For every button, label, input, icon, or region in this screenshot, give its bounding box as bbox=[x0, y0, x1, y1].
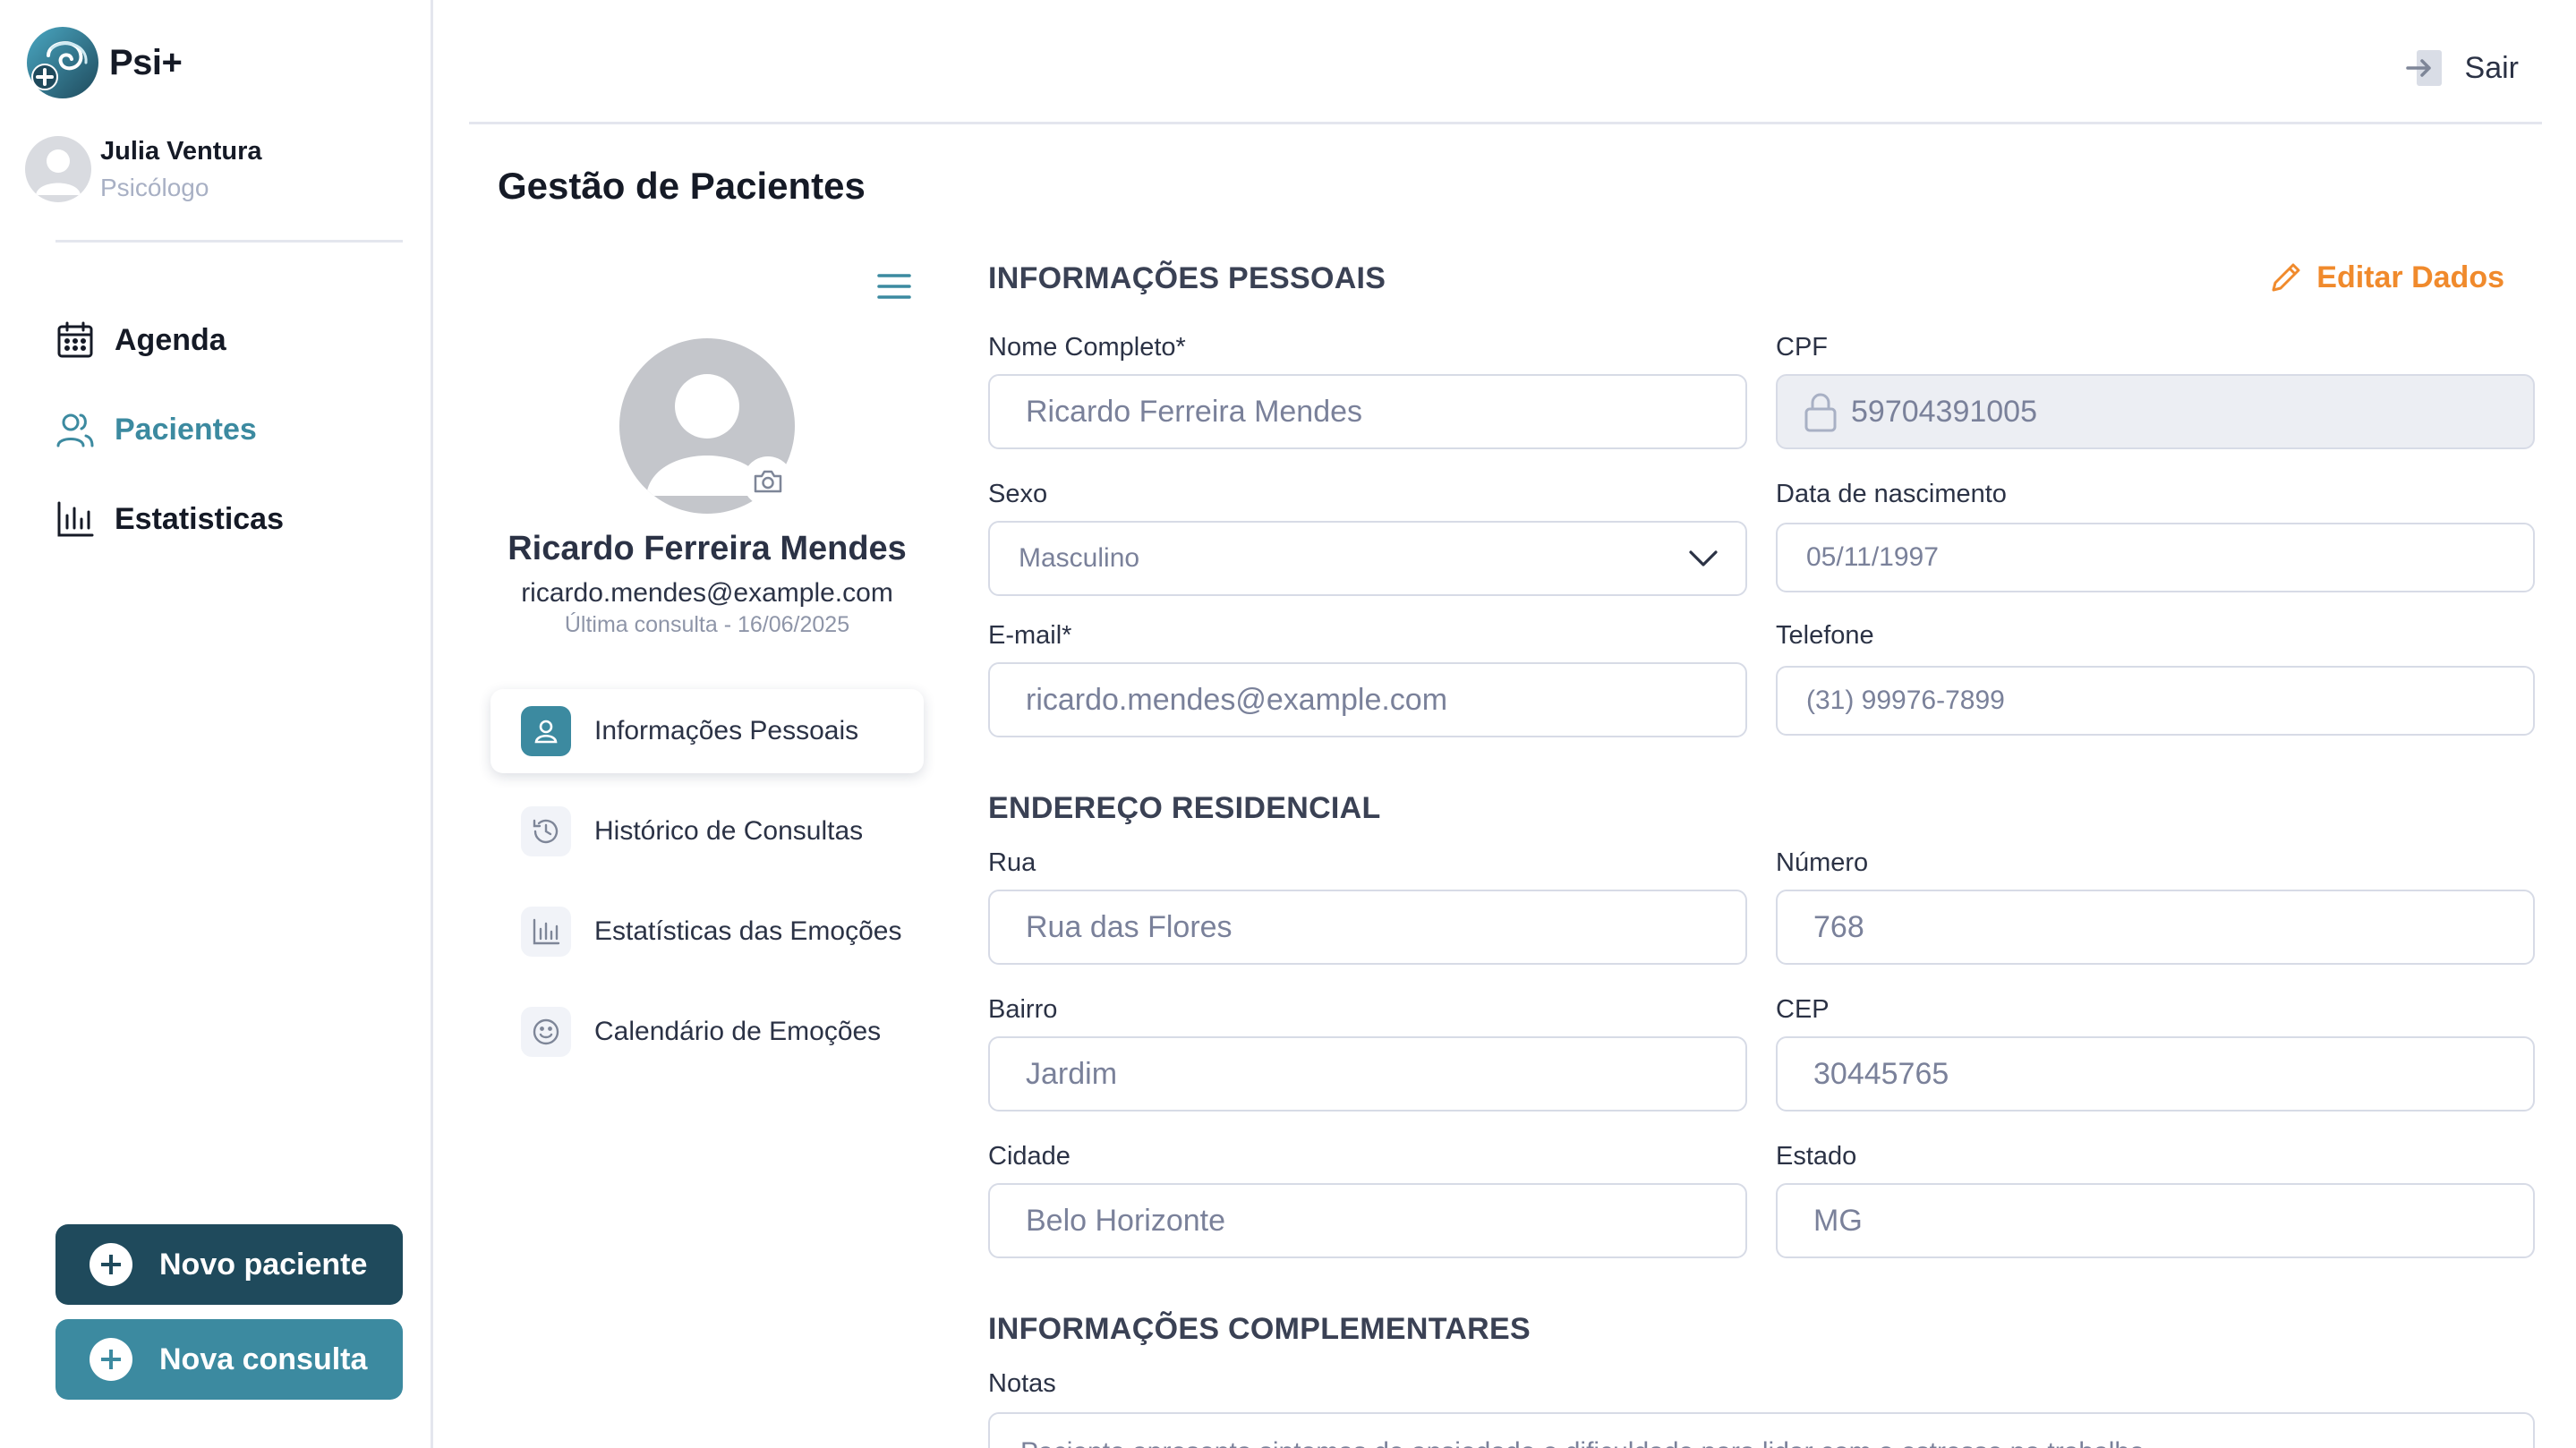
sexo-value: Masculino bbox=[1019, 543, 1140, 573]
edit-data-label: Editar Dados bbox=[2316, 260, 2504, 294]
bairro-value: Jardim bbox=[1026, 1056, 1118, 1091]
users-icon bbox=[56, 413, 94, 447]
telefone-value: (31) 99976-7899 bbox=[1806, 686, 2005, 715]
pencil-icon bbox=[2272, 263, 2300, 292]
sidebar-item-label: Pacientes bbox=[115, 412, 257, 447]
user-profile[interactable]: Julia Ventura Psicólogo bbox=[25, 136, 262, 202]
rua-value: Rua das Flores bbox=[1026, 909, 1233, 944]
nova-consulta-button[interactable]: Nova consulta bbox=[55, 1319, 403, 1400]
sexo-label: Sexo bbox=[988, 480, 1048, 508]
cidade-label: Cidade bbox=[988, 1142, 1070, 1171]
estado-value: MG bbox=[1813, 1203, 1863, 1238]
sidebar-divider bbox=[55, 240, 403, 243]
change-photo-button[interactable] bbox=[745, 458, 791, 505]
patient-menu: Informações Pessoais Histórico de Consul… bbox=[490, 689, 924, 1090]
user-avatar bbox=[25, 136, 91, 202]
lock-icon bbox=[1804, 393, 1837, 432]
plus-icon bbox=[90, 1243, 132, 1286]
tab-label: Informações Pessoais bbox=[594, 716, 859, 745]
nascimento-field[interactable]: 05/11/1997 bbox=[1776, 523, 2535, 592]
avatar-placeholder-icon bbox=[36, 149, 81, 195]
camera-icon bbox=[754, 470, 782, 493]
sidebar-item-label: Agenda bbox=[115, 322, 226, 357]
estado-field[interactable]: MG bbox=[1776, 1183, 2535, 1258]
nova-consulta-label: Nova consulta bbox=[159, 1342, 368, 1376]
section-title-personal: INFORMAÇÕES PESSOAIS bbox=[988, 261, 1386, 295]
bairro-label: Bairro bbox=[988, 995, 1058, 1024]
cidade-field[interactable]: Belo Horizonte bbox=[988, 1183, 1747, 1258]
plus-icon bbox=[90, 1338, 132, 1381]
bar-chart-icon bbox=[521, 907, 571, 957]
cpf-field: 59704391005 bbox=[1776, 374, 2535, 449]
patient-last-consult: Última consulta - 16/06/2025 bbox=[564, 612, 850, 637]
logout-button[interactable]: Sair bbox=[2404, 47, 2519, 89]
tab-estatisticas-emocoes[interactable]: Estatísticas das Emoções bbox=[490, 890, 924, 974]
tab-label: Histórico de Consultas bbox=[594, 816, 864, 846]
email-field[interactable]: ricardo.mendes@example.com bbox=[988, 662, 1747, 737]
tab-historico-consultas[interactable]: Histórico de Consultas bbox=[490, 789, 924, 873]
user-role: Psicólogo bbox=[100, 173, 209, 201]
notas-label: Notas bbox=[988, 1369, 1056, 1398]
app-name: Psi+ bbox=[109, 42, 183, 82]
nome-label: Nome Completo* bbox=[988, 333, 1186, 362]
telefone-field[interactable]: (31) 99976-7899 bbox=[1776, 666, 2535, 736]
tab-calendario-emocoes[interactable]: Calendário de Emoções bbox=[490, 990, 924, 1074]
email-label: E-mail* bbox=[988, 621, 1072, 650]
bairro-field[interactable]: Jardim bbox=[988, 1036, 1747, 1112]
header-divider bbox=[469, 122, 2542, 124]
chevron-down-icon bbox=[1689, 550, 1718, 566]
user-name: Julia Ventura bbox=[100, 136, 262, 166]
cpf-label: CPF bbox=[1776, 333, 1828, 362]
logout-label: Sair bbox=[2464, 50, 2519, 85]
cpf-value: 59704391005 bbox=[1851, 394, 2038, 429]
email-value: ricardo.mendes@example.com bbox=[1026, 682, 1448, 717]
sidebar-item-agenda[interactable]: Agenda bbox=[55, 295, 284, 385]
nascimento-value: 05/11/1997 bbox=[1806, 542, 1939, 572]
sidebar-item-pacientes[interactable]: Pacientes bbox=[55, 385, 284, 474]
nome-value: Ricardo Ferreira Mendes bbox=[1026, 394, 1363, 429]
smile-icon bbox=[521, 1007, 571, 1057]
section-title-address: ENDEREÇO RESIDENCIAL bbox=[988, 791, 1381, 825]
sidebar-nav: Agenda Pacientes Estatisticas bbox=[55, 295, 284, 564]
rua-label: Rua bbox=[988, 848, 1036, 877]
edit-data-button[interactable]: Editar Dados bbox=[2268, 260, 2504, 295]
logo-swirl-icon bbox=[27, 27, 98, 98]
notas-textarea[interactable]: Paciente apresenta sintomas de ansiedade… bbox=[988, 1412, 2535, 1448]
numero-value: 768 bbox=[1813, 909, 1864, 944]
tab-informacoes-pessoais[interactable]: Informações Pessoais bbox=[490, 689, 924, 773]
estado-label: Estado bbox=[1776, 1142, 1857, 1171]
sidebar: Psi+ Julia Ventura Psicólogo Agenda Paci… bbox=[0, 0, 433, 1448]
calendar-icon bbox=[57, 321, 93, 358]
logout-icon bbox=[2405, 50, 2442, 86]
numero-field[interactable]: 768 bbox=[1776, 890, 2535, 965]
telefone-label: Telefone bbox=[1776, 621, 1874, 650]
hamburger-menu-icon[interactable] bbox=[874, 268, 915, 304]
cep-label: CEP bbox=[1776, 995, 1830, 1024]
sexo-select[interactable]: Masculino bbox=[988, 521, 1747, 596]
cep-field[interactable]: 30445765 bbox=[1776, 1036, 2535, 1112]
patient-name: Ricardo Ferreira Mendes bbox=[508, 530, 907, 567]
page-title: Gestão de Pacientes bbox=[498, 165, 866, 207]
sidebar-item-estatisticas[interactable]: Estatisticas bbox=[55, 474, 284, 564]
cidade-value: Belo Horizonte bbox=[1026, 1203, 1226, 1238]
novo-paciente-label: Novo paciente bbox=[159, 1247, 368, 1282]
bar-chart-icon bbox=[57, 501, 94, 537]
rua-field[interactable]: Rua das Flores bbox=[988, 890, 1747, 965]
app-logo[interactable]: Psi+ bbox=[25, 25, 183, 100]
section-title-complementary: INFORMAÇÕES COMPLEMENTARES bbox=[988, 1312, 1531, 1346]
sidebar-item-label: Estatisticas bbox=[115, 501, 284, 536]
patient-email: ricardo.mendes@example.com bbox=[521, 578, 893, 608]
novo-paciente-button[interactable]: Novo paciente bbox=[55, 1224, 403, 1305]
nascimento-label: Data de nascimento bbox=[1776, 480, 2007, 508]
numero-label: Número bbox=[1776, 848, 1869, 877]
tab-label: Calendário de Emoções bbox=[594, 1017, 882, 1046]
tab-label: Estatísticas das Emoções bbox=[594, 916, 902, 946]
nome-field[interactable]: Ricardo Ferreira Mendes bbox=[988, 374, 1747, 449]
history-icon bbox=[521, 806, 571, 856]
notas-value: Paciente apresenta sintomas de ansiedade… bbox=[1020, 1437, 2152, 1448]
cep-value: 30445765 bbox=[1813, 1056, 1949, 1091]
user-icon bbox=[521, 706, 571, 756]
